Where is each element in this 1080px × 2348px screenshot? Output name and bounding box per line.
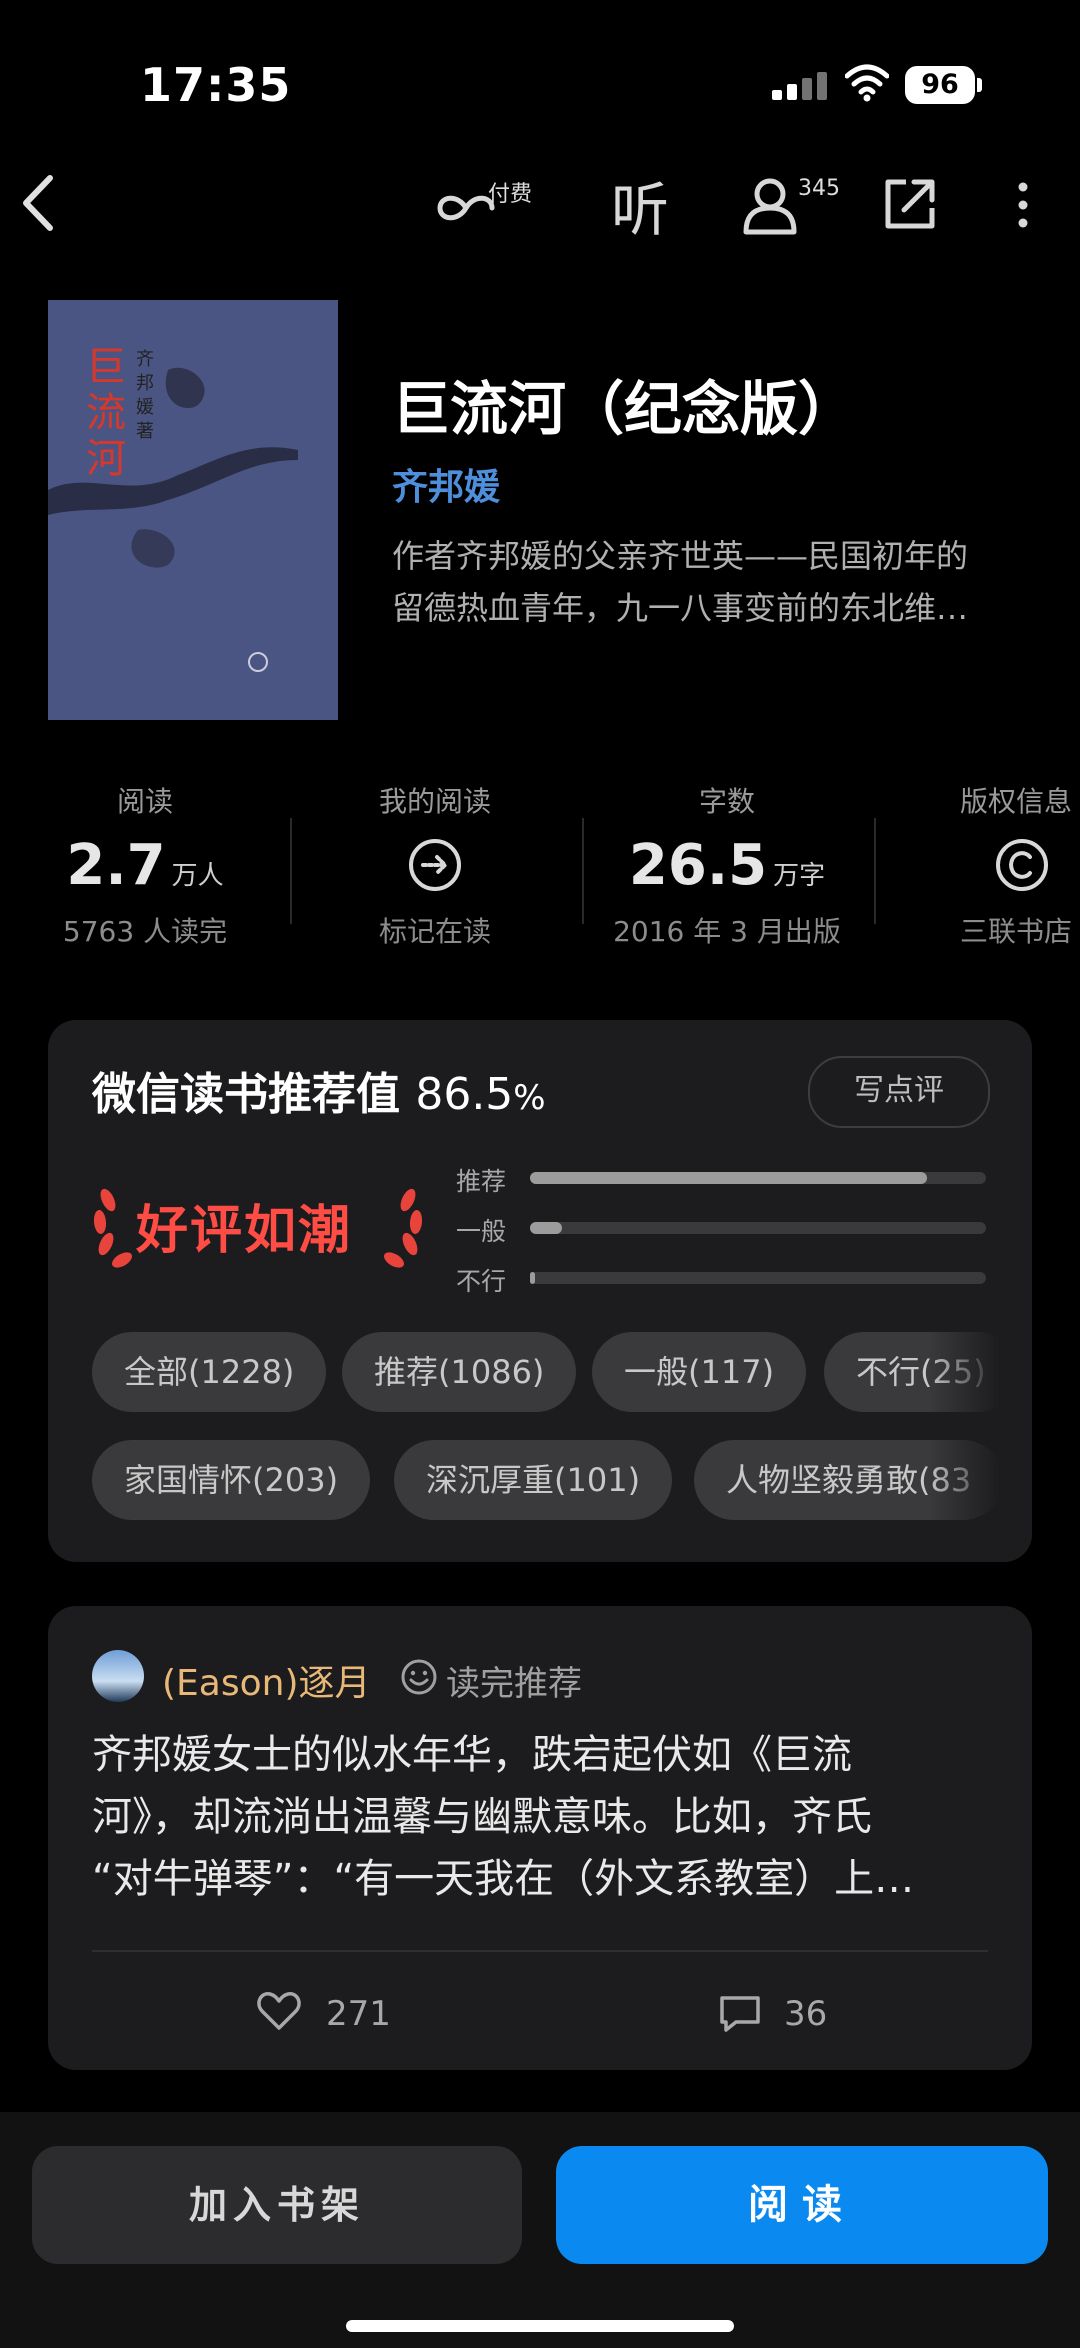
filter-chip-recommend[interactable]: 推荐(1086): [342, 1332, 577, 1412]
review-text[interactable]: 齐邦媛女士的似水年华，跌宕起伏如《巨流 河》，却流淌出温馨与幽默意味。比如，齐氏…: [92, 1724, 992, 1910]
review-line: “对牛弹琴”：“有一天我在（外文系教室）上…: [92, 1856, 915, 1902]
stat-value: 26.5: [628, 832, 768, 898]
cover-title: 巨流河: [86, 344, 126, 482]
bar-label-bad: 不行: [456, 1267, 507, 1296]
stat-words[interactable]: 字数 26.5 万字 2016 年 3 月出版: [582, 780, 872, 950]
book-author-link[interactable]: 齐邦媛: [392, 458, 500, 510]
readers-button[interactable]: 345: [740, 170, 850, 240]
stat-my-reading[interactable]: 我的阅读 标记在读: [290, 780, 580, 950]
back-button[interactable]: [18, 172, 58, 234]
book-title: 巨流河（纪念版）: [392, 375, 857, 443]
stat-unit: 万人: [171, 860, 224, 891]
rating-card: 微信读书推荐值 86.5% 写点评 好评如潮 推荐 一般 不行 全部(1228)…: [48, 1020, 1032, 1562]
stat-sub: 三联书店: [960, 915, 1073, 948]
badge-text: 好评如潮: [136, 1201, 353, 1261]
bar-recommend: [530, 1172, 986, 1184]
divider: [92, 1950, 988, 1952]
battery-indicator: 96: [905, 66, 975, 104]
avatar[interactable]: [92, 1650, 144, 1702]
rating-badge: 好评如潮: [88, 1170, 428, 1270]
stat-value: 2.7: [66, 832, 166, 898]
copyright-icon: [996, 839, 1048, 891]
rating-title-label: 微信读书推荐值: [92, 1069, 400, 1120]
bar-average: [530, 1222, 986, 1234]
paid-listen-button[interactable]: 付费: [436, 170, 546, 240]
tag-chip[interactable]: 深沉厚重(101): [394, 1440, 673, 1520]
bar-label-average: 一般: [456, 1217, 507, 1246]
rating-title: 微信读书推荐值 86.5%: [92, 1058, 546, 1122]
write-review-button[interactable]: 写点评: [808, 1056, 990, 1128]
stat-reading[interactable]: 阅读 2.7 万人 5763 人读完: [0, 780, 290, 950]
cellular-signal-icon: [772, 72, 832, 100]
readers-count: 345: [798, 176, 840, 201]
book-cover[interactable]: 巨流河 齐邦媛 著: [48, 300, 338, 720]
comment-icon[interactable]: [718, 1994, 762, 2034]
wifi-icon: [845, 64, 889, 102]
description-line: 作者齐邦媛的父亲齐世英——民国初年的: [392, 537, 969, 575]
bar-fill: [530, 1222, 562, 1234]
smile-icon: [401, 1659, 437, 1695]
review-line: 河》，却流淌出温馨与幽默意味。比如，齐氏: [92, 1794, 872, 1840]
filter-chip-all[interactable]: 全部(1228): [92, 1332, 327, 1412]
bottom-action-bar: 加入书架 阅读: [0, 2112, 1080, 2348]
home-indicator[interactable]: [346, 2320, 734, 2332]
battery-cap: [977, 78, 982, 92]
rating-percent: %: [513, 1078, 546, 1118]
description-line: 留德热血青年，九一八事变前的东北维…: [392, 589, 969, 627]
stat-label: 字数: [698, 785, 755, 818]
book-description[interactable]: 作者齐邦媛的父亲齐世英——民国初年的 留德热血青年，九一八事变前的东北维…: [392, 530, 1032, 634]
paid-label: 付费: [488, 182, 533, 207]
arrow-circle-icon: [409, 839, 461, 891]
review-tag: 读完推荐: [446, 1664, 582, 1704]
listen-label: 听: [610, 176, 669, 244]
more-options-button[interactable]: [1016, 180, 1030, 230]
read-button[interactable]: 阅读: [556, 2146, 1048, 2264]
bar-label-recommend: 推荐: [456, 1167, 507, 1196]
stat-label: 我的阅读: [378, 785, 491, 818]
review-card[interactable]: (Eason)逐月 读完推荐 齐邦媛女士的似水年华，跌宕起伏如《巨流 河》，却流…: [48, 1606, 1032, 2070]
comment-count: 36: [784, 1994, 828, 2034]
stat-label: 版权信息: [960, 785, 1073, 818]
stat-sub: 2016 年 3 月出版: [613, 915, 841, 948]
filter-chip-average[interactable]: 一般(117): [592, 1332, 807, 1412]
stat-sub: 标记在读: [378, 915, 491, 948]
reviewer-name[interactable]: (Eason)逐月: [162, 1654, 371, 1706]
tag-chip[interactable]: 家国情怀(203): [92, 1440, 371, 1520]
publisher-logo-icon: [248, 652, 268, 672]
stat-unit: 万字: [773, 860, 826, 891]
bar-fill: [530, 1272, 536, 1284]
status-time: 17:35: [140, 58, 292, 112]
share-button[interactable]: [882, 176, 938, 232]
stat-label: 阅读: [116, 785, 173, 818]
stat-sub: 5763 人读完: [62, 915, 228, 948]
heart-icon[interactable]: [256, 1990, 302, 2032]
stat-copyright[interactable]: 版权信息 三联书店: [874, 780, 1080, 950]
listen-button[interactable]: 听: [600, 170, 680, 244]
cover-author: 齐邦媛 著: [136, 349, 154, 442]
person-icon: [743, 178, 797, 235]
add-to-shelf-button[interactable]: 加入书架: [32, 2146, 522, 2264]
like-count: 271: [326, 1994, 391, 2034]
bar-fill: [530, 1172, 927, 1184]
rating-value: 86.5: [415, 1069, 514, 1120]
chips-fade: [928, 1330, 1032, 1562]
review-line: 齐邦媛女士的似水年华，跌宕起伏如《巨流: [92, 1732, 852, 1778]
bar-bad: [530, 1272, 986, 1284]
